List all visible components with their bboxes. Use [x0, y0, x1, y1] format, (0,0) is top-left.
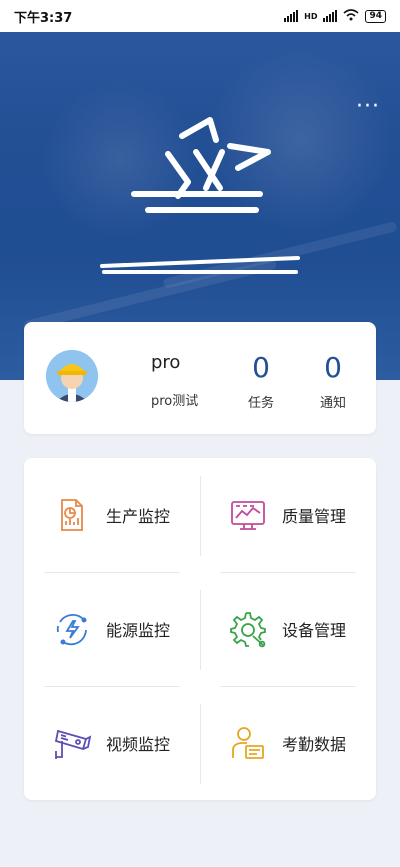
device-management-icon	[228, 609, 268, 649]
battery-icon: 94	[365, 9, 386, 23]
network-label: HD	[304, 11, 318, 21]
menu-production-monitor[interactable]: 生产监控	[24, 458, 200, 572]
quality-management-icon	[228, 495, 268, 535]
tasks-label: 任务	[247, 396, 274, 411]
avatar[interactable]	[46, 350, 98, 402]
menu-label: 质量管理	[282, 507, 347, 526]
status-icons: HD 94	[284, 8, 386, 24]
wifi-icon	[343, 8, 359, 24]
menu-label: 视频监控	[106, 735, 171, 754]
profile-card[interactable]: pro pro测试 0 任务 0 通知	[24, 322, 376, 434]
feature-grid: 生产监控 质量管理 能源监控 设备管理 视频监控 考勤数据	[24, 458, 376, 800]
energy-monitor-icon	[52, 609, 92, 649]
menu-label: 设备管理	[282, 621, 347, 640]
more-icon[interactable]: ···	[356, 94, 380, 119]
menu-video-monitor[interactable]: 视频监控	[24, 686, 200, 800]
menu-label: 生产监控	[106, 507, 171, 526]
notifications-label: 通知	[319, 396, 346, 411]
menu-energy-monitor[interactable]: 能源监控	[24, 572, 200, 686]
signal-icon	[284, 10, 299, 22]
company-logo	[90, 112, 310, 292]
production-monitor-icon	[52, 495, 92, 535]
tasks-stat[interactable]: 0 任务	[231, 351, 291, 412]
menu-attendance-data[interactable]: 考勤数据	[200, 686, 376, 800]
video-monitor-icon	[52, 723, 92, 763]
status-time: 下午3:37	[14, 10, 73, 26]
tasks-count: 0	[252, 351, 270, 384]
signal-icon	[323, 10, 338, 22]
menu-device-management[interactable]: 设备管理	[200, 572, 376, 686]
menu-label: 能源监控	[106, 621, 171, 640]
notifications-count: 0	[324, 351, 342, 384]
user-subtitle: pro测试	[151, 394, 199, 409]
menu-label: 考勤数据	[282, 735, 347, 754]
status-bar: 下午3:37 HD 94	[0, 0, 400, 32]
notifications-stat[interactable]: 0 通知	[303, 351, 363, 412]
menu-quality-management[interactable]: 质量管理	[200, 458, 376, 572]
user-name: pro	[151, 352, 181, 373]
attendance-data-icon	[228, 723, 268, 763]
